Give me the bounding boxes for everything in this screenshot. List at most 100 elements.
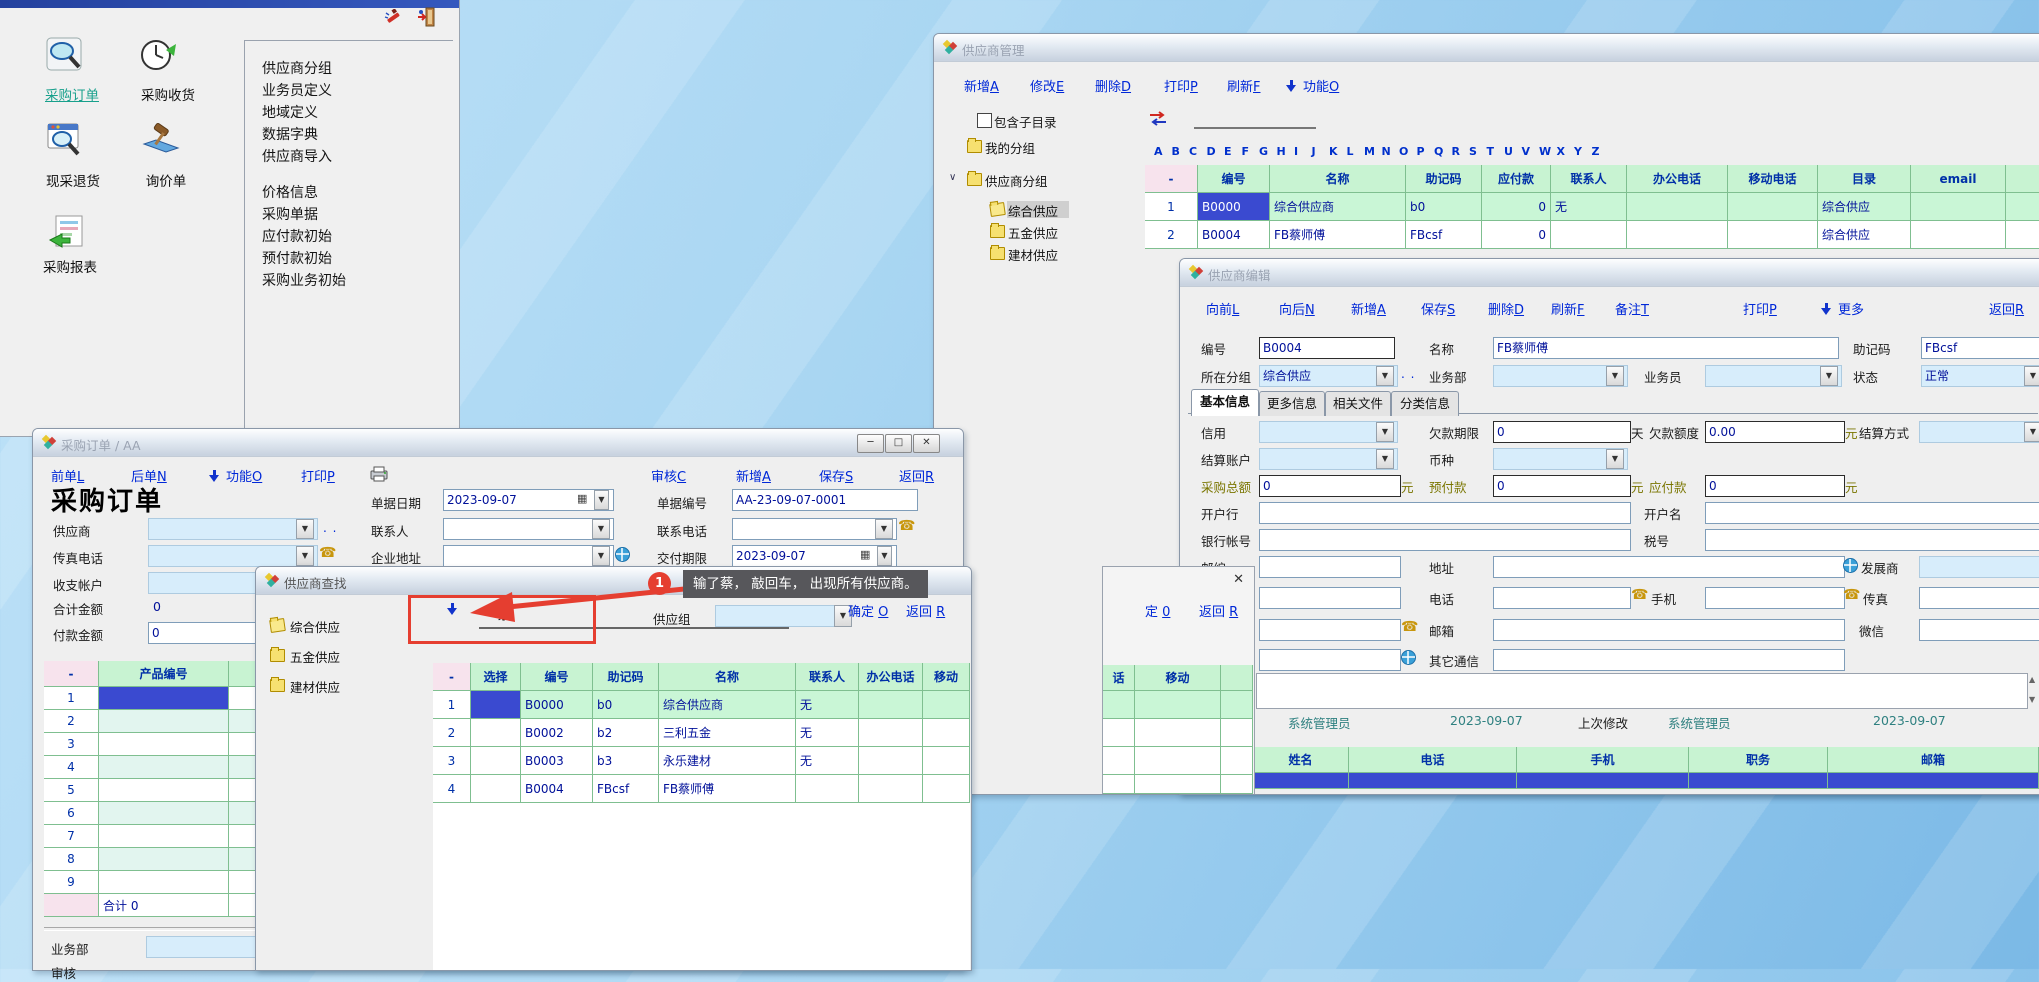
row-number-cell[interactable]: 4 [44,756,99,779]
supplier-table-cell[interactable]: 综合供应商 [1270,193,1406,221]
po-table-header[interactable] [229,661,257,687]
po-table-cell[interactable] [229,848,257,871]
shortcut-label-3[interactable]: 现采退货 [34,170,112,190]
fragment-back-button[interactable]: 返回 R [1199,601,1238,620]
mobile-field[interactable] [1705,587,1845,609]
po-table-cell[interactable] [229,779,257,802]
po-table-cell[interactable] [229,710,257,733]
shortcut-label-4[interactable]: 询价单 [134,170,198,190]
alphabet-letter-Y[interactable]: Y [1574,145,1582,158]
tools-icon[interactable] [384,9,402,27]
toolbar-向后-button[interactable]: 向后N [1279,299,1315,318]
row-number-cell[interactable]: 2 [433,719,471,747]
po-table-cell[interactable] [229,825,257,848]
search-table-cell[interactable]: 无 [796,691,859,719]
contact-selected-row-cell[interactable] [1828,773,2039,789]
row-number-cell[interactable]: 8 [44,848,99,871]
swap-arrows-icon[interactable] [1149,111,1167,126]
search-table-header[interactable]: 办公电话 [859,663,923,691]
dialog-tree-item-建材供应[interactable]: 建材供应 [290,677,340,696]
search-table-cell[interactable]: b3 [593,747,659,775]
chevron-down-icon[interactable]: ▼ [594,490,609,510]
shortcut-label-1[interactable]: 采购订单 [36,84,108,104]
menu-item[interactable]: 供应商导入 [262,146,332,166]
search-table-cell[interactable]: 无 [796,719,859,747]
selected-pick-cell[interactable] [471,691,521,719]
toolbar-向前-button[interactable]: 向前L [1206,299,1239,318]
calendar-icon[interactable]: ▦ [577,492,587,505]
more-groups-button[interactable]: . . [1401,367,1415,381]
alphabet-letter-S[interactable]: S [1469,145,1477,158]
supplier-table-cell[interactable] [1551,221,1627,249]
search-table-cell[interactable] [923,747,970,775]
other-contact-field[interactable] [1493,649,1845,671]
supplier-table-cell[interactable]: FB蔡师傅 [1270,221,1406,249]
bank-account-name-field[interactable] [1705,502,2039,524]
memo-scroll-down-icon[interactable]: ▼ [2029,695,2035,704]
supplier-table-header[interactable]: email [1911,165,2006,193]
shortcut-label-2[interactable]: 采购收货 [132,84,204,104]
supplier-table-header[interactable]: 编号 [1198,165,1270,193]
toolbar-修改-button[interactable]: 修改E [1030,76,1064,95]
search-table-cell[interactable] [796,775,859,803]
toolbar-删除-button[interactable]: 删除D [1095,76,1131,95]
menu-item[interactable]: 应付款初始 [262,226,332,246]
chevron-down-icon[interactable]: ▼ [296,546,314,566]
settle-method-combo[interactable] [1919,421,2039,443]
po-table-cell[interactable] [99,779,229,802]
toolbar-刷新-button[interactable]: 刷新F [1227,76,1261,95]
alphabet-letter-P[interactable]: P [1417,145,1425,158]
search-table-cell[interactable] [859,747,923,775]
supplier-table-cell[interactable]: 0 [1482,193,1551,221]
menu-item[interactable]: 业务员定义 [262,80,332,100]
supplier-table-cell[interactable]: FBcsf [1406,221,1482,249]
menu-item[interactable]: 预付款初始 [262,248,332,268]
row-number-cell[interactable]: 6 [44,802,99,825]
alphabet-letter-O[interactable]: O [1399,145,1408,158]
toolbar-打印-button[interactable]: 打印P [301,466,335,485]
bank-field[interactable] [1259,502,1631,524]
search-table-cell[interactable] [859,719,923,747]
memo-scroll-up-icon[interactable]: ▲ [2029,675,2035,684]
alphabet-letter-X[interactable]: X [1557,145,1565,158]
supplier-table-header[interactable]: 办公电话 [1627,165,1728,193]
selected-code-cell[interactable]: B0000 [1198,193,1270,221]
search-table-cell[interactable] [859,691,923,719]
supplier-table-header[interactable]: 助记码 [1406,165,1482,193]
toolbar-更多-button[interactable]: 更多 [1821,299,1864,318]
search-table-header[interactable]: 编号 [521,663,593,691]
supplier-table-cell[interactable]: 综合供应 [1818,193,1911,221]
toolbar-功能-button[interactable]: 功能O [209,466,262,485]
calendar-icon[interactable]: ▦ [860,548,870,561]
alphabet-letter-C[interactable]: C [1189,145,1197,158]
supplier-table-cell[interactable] [2006,193,2039,221]
tab-分类信息[interactable]: 分类信息 [1391,391,1459,416]
po-table-cell[interactable] [99,871,229,894]
alphabet-letter-D[interactable]: D [1207,145,1216,158]
search-table-cell[interactable]: b2 [593,719,659,747]
doc-date-field[interactable]: 2023-09-07 [443,489,614,511]
search-table-cell[interactable] [471,775,521,803]
toolbar-审核-button[interactable]: 审核C [651,466,686,485]
supplier-table-cell[interactable] [2006,221,2039,249]
supplier-table-header[interactable]: 联系人 [1551,165,1627,193]
minimize-button[interactable]: ─ [857,434,884,453]
contact-table-header[interactable]: 职务 [1689,747,1828,773]
alphabet-letter-G[interactable]: G [1259,145,1268,158]
contact-table-header[interactable]: 手机 [1517,747,1689,773]
menu-item[interactable]: 供应商分组 [262,58,332,78]
supplier-table-header[interactable]: 移动电话 [1728,165,1818,193]
tab-相关文件[interactable]: 相关文件 [1325,391,1391,416]
po-table-cell[interactable] [229,756,257,779]
alphabet-letter-V[interactable]: V [1522,145,1531,158]
supplier-table-header[interactable]: - [1145,165,1198,193]
doc-no-field[interactable]: AA-23-09-07-0001 [732,489,918,511]
toolbar-新增-button[interactable]: 新增A [736,466,771,485]
fax-phone-combo[interactable] [148,545,318,567]
search-table-header[interactable]: 移动 [923,663,970,691]
chevron-down-icon[interactable]: ▼ [296,519,314,539]
row-number-cell[interactable]: 3 [433,747,471,775]
report-return-icon[interactable] [48,214,90,252]
search-table-cell[interactable]: B0000 [521,691,593,719]
address-field[interactable] [1493,556,1845,578]
